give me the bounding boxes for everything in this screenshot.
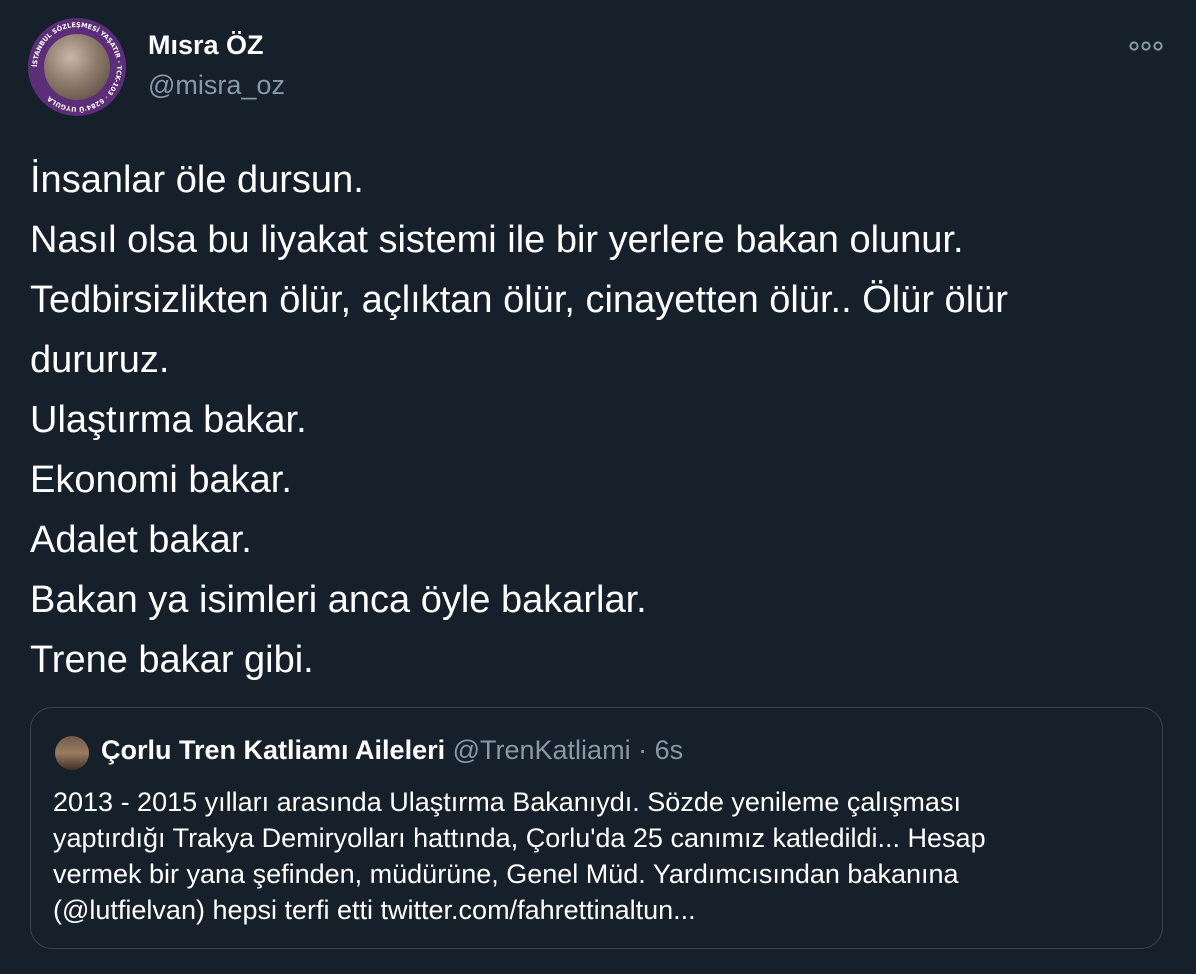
tweet-line: İnsanlar öle dursun. — [30, 159, 364, 201]
svg-text:İSTANBUL SÖZLEŞMESİ YAŞATIR ·: İSTANBUL SÖZLEŞMESİ YAŞATIR · TCK-103 · … — [30, 21, 123, 114]
more-options-button[interactable] — [1124, 30, 1168, 62]
tweet-line: dururuz. — [30, 339, 170, 381]
quoted-tweet-text: 2013 - 2015 yılları arasında Ulaştırma B… — [53, 784, 1143, 928]
tweet-line: Adalet bakar. — [30, 519, 252, 561]
tweet-line: Bakan ya isimleri anca öyle bakarlar. — [30, 579, 647, 621]
meta-separator: · — [638, 735, 648, 765]
author-handle[interactable]: @misra_oz — [148, 70, 285, 101]
avatar-badge-ring: İSTANBUL SÖZLEŞMESİ YAŞATIR · TCK-103 · … — [30, 21, 123, 114]
tweet-text: İnsanlar öle dursun. Nasıl olsa bu liyak… — [30, 150, 1180, 690]
quoted-line: yaptırdığı Trakya Demiryolları hattında,… — [53, 823, 986, 853]
quoted-line: 2013 - 2015 yılları arasında Ulaştırma B… — [53, 787, 961, 817]
avatar-ring-text: İSTANBUL SÖZLEŞMESİ YAŞATIR · TCK-103 · … — [30, 21, 123, 114]
tweet-line: Trene bakar gibi. — [30, 639, 314, 681]
quoted-timestamp: 6s — [654, 735, 684, 765]
quoted-author-handle: @TrenKatliami — [452, 735, 631, 765]
quoted-tweet-header: Çorlu Tren Katliamı Aileleri @TrenKatlia… — [101, 735, 683, 766]
quoted-tweet-card[interactable]: Çorlu Tren Katliamı Aileleri @TrenKatlia… — [30, 707, 1163, 949]
tweet-line: Ekonomi bakar. — [30, 459, 292, 501]
quoted-author-name: Çorlu Tren Katliamı Aileleri — [101, 735, 446, 765]
quoted-line: (@lutfielvan) hepsi terfi etti twitter.c… — [53, 895, 696, 925]
tweet-line: Ulaştırma bakar. — [30, 399, 307, 441]
tweet-line: Tedbirsizlikten ölür, açlıktan ölür, cin… — [30, 279, 1008, 321]
quoted-author-avatar — [55, 736, 89, 770]
quoted-line: vermek bir yana şefinden, müdürüne, Gene… — [53, 859, 959, 889]
more-horizontal-icon — [1129, 41, 1163, 51]
tweet-line: Nasıl olsa bu liyakat sistemi ile bir ye… — [30, 219, 964, 261]
author-name[interactable]: Mısra ÖZ — [148, 30, 264, 61]
author-avatar[interactable]: İSTANBUL SÖZLEŞMESİ YAŞATIR · TCK-103 · … — [28, 18, 126, 116]
